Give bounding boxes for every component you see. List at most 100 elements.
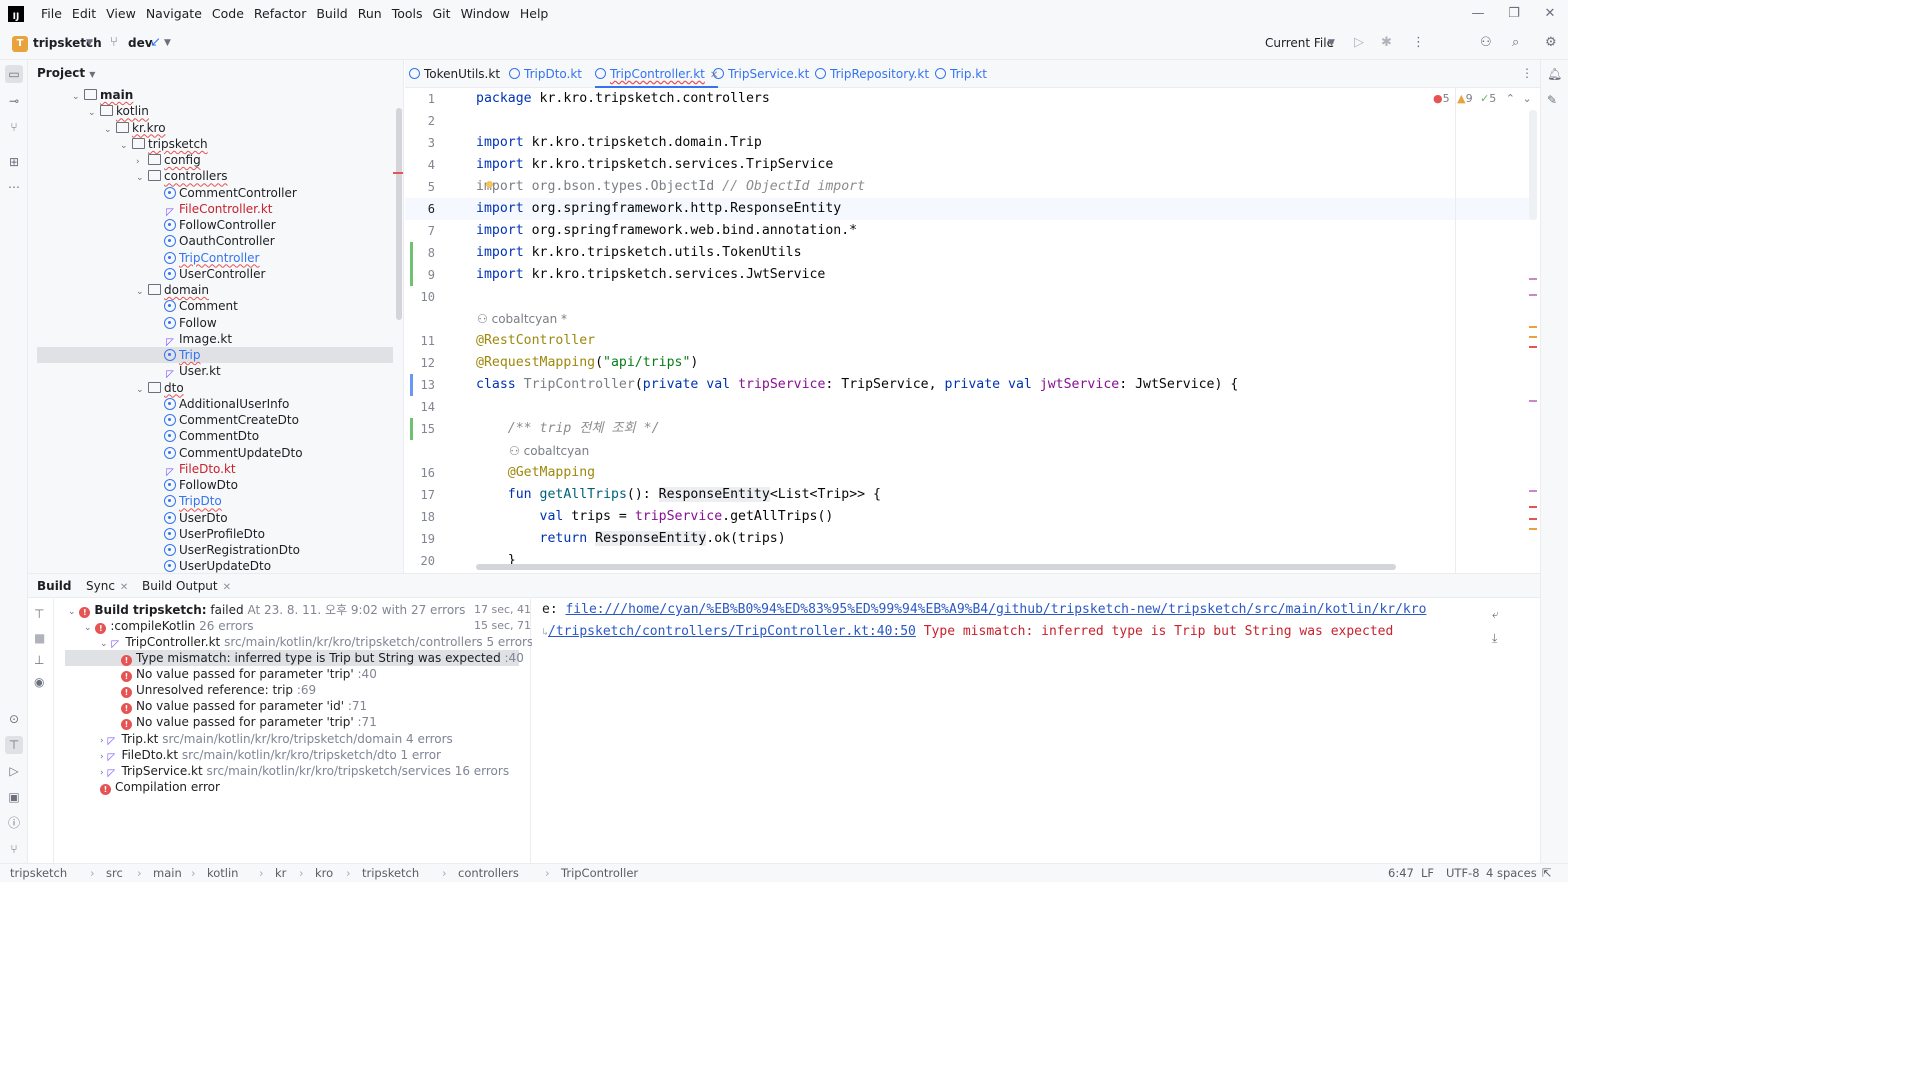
inspection-widget[interactable]: ●5 ▲9 ✓5 ⌃ ⌄	[1433, 92, 1532, 105]
close-tab-icon[interactable]: ✕	[223, 582, 231, 593]
file-row-trip[interactable]: › ◸ Trip.kt src/main/kotlin/kr/kro/tripsk…	[100, 731, 453, 747]
breadcrumb-item[interactable]: tripsketch	[10, 866, 67, 880]
run-tool-icon[interactable]: ▷	[5, 762, 23, 780]
tree-item[interactable]: CommentUpdateDto	[152, 445, 303, 461]
author-hint[interactable]: ⚇ cobaltcyan *	[477, 308, 567, 330]
chevron-down-icon[interactable]: ⌄	[136, 382, 148, 398]
build-root-row[interactable]: ⌄ ! Build tripsketch: failed At 23. 8. 11…	[68, 602, 558, 618]
stop-icon[interactable]: ■	[34, 631, 45, 645]
line-number[interactable]: 7	[405, 220, 435, 242]
structure-icon[interactable]: ⊞	[5, 153, 23, 171]
tree-item[interactable]: CommentDto	[152, 428, 259, 444]
tab-tripcontroller[interactable]: TripController.kt ✕	[595, 60, 719, 88]
error-row[interactable]: ! No value passed for parameter 'trip' :4…	[121, 666, 377, 682]
menu-build[interactable]: Build	[311, 0, 352, 28]
tree-item[interactable]: › config	[136, 152, 201, 168]
chevron-up-icon[interactable]: ⌃	[1506, 92, 1515, 105]
menu-run[interactable]: Run	[353, 0, 387, 28]
chevron-down-icon[interactable]: ⌄	[120, 138, 132, 154]
notifications-bell-icon[interactable]: 🔔︎	[1547, 67, 1562, 81]
file-row-tripservice[interactable]: › ◸ TripService.kt src/main/kotlin/kr/kro…	[100, 763, 509, 779]
tree-item[interactable]: UserRegistrationDto	[152, 542, 300, 558]
error-row-selected[interactable]: ! Type mismatch: inferred type is Trip bu…	[65, 650, 524, 666]
error-row[interactable]: ! Unresolved reference: trip :69	[121, 682, 316, 698]
line-number[interactable]: 3	[405, 132, 435, 154]
soft-wrap-icon[interactable]: ⤶	[1492, 607, 1499, 622]
horizontal-scrollbar[interactable]	[476, 564, 1396, 570]
menu-edit[interactable]: Edit	[67, 0, 101, 28]
tab-triprepository[interactable]: TripRepository.kt	[815, 60, 929, 88]
chevron-down-icon[interactable]: ▼	[86, 38, 93, 48]
chevron-down-icon[interactable]: ⌄	[136, 170, 148, 186]
chevron-down-icon[interactable]: ⌄	[72, 89, 84, 105]
compile-kotlin-row[interactable]: ⌄ !:compileKotlin 26 errors 15 sec, 715 …	[84, 618, 558, 634]
close-window-icon[interactable]: ✕	[1532, 0, 1568, 28]
branch-selector[interactable]: dev	[128, 36, 153, 50]
commit-icon[interactable]: ⊸	[5, 92, 23, 110]
tab-sync[interactable]: Sync ✕	[86, 574, 128, 600]
close-tab-icon[interactable]: ✕	[120, 582, 128, 593]
code-editor[interactable]: 1 2 3 4 5 6 7 8 9 10 11 12 13 14 15 16 17 18 19 20 package …	[405, 88, 1540, 573]
author-hint[interactable]: ⚇ cobaltcyan	[509, 440, 589, 462]
project-badge[interactable]: T	[12, 36, 28, 52]
line-number[interactable]: 12	[405, 352, 435, 374]
line-number[interactable]: 11	[405, 330, 435, 352]
caret-position[interactable]: 6:47	[1388, 866, 1414, 880]
tree-item[interactable]: TripController	[152, 250, 259, 266]
project-panel-title[interactable]: Project ▼	[37, 66, 95, 80]
line-number[interactable]: 5	[405, 176, 435, 198]
tree-item[interactable]: ⌄ dto	[136, 380, 184, 396]
tree-item[interactable]: OauthController	[152, 233, 275, 249]
lock-icon[interactable]: ⇱	[1542, 866, 1552, 880]
services-icon[interactable]: ⊙	[5, 710, 23, 728]
scroll-to-end-icon[interactable]: ⤓	[1492, 631, 1497, 646]
tree-item[interactable]: ⌄ kotlin	[88, 103, 149, 119]
chevron-down-icon[interactable]: ⌄	[104, 122, 116, 138]
file-row-tripcontroller[interactable]: ⌄ ◸ TripController.kt src/main/kotlin/kr/…	[100, 634, 533, 650]
build-hammer-icon[interactable]: ⊤	[5, 736, 23, 754]
breadcrumb-item[interactable]: main	[153, 866, 182, 880]
breadcrumb-item[interactable]: tripsketch	[362, 866, 419, 880]
line-number[interactable]: 14	[405, 396, 435, 418]
pull-requests-icon[interactable]: ⑂	[5, 118, 23, 136]
tab-build[interactable]: Build	[37, 574, 72, 598]
breadcrumb-item[interactable]: controllers	[458, 866, 519, 880]
menu-view[interactable]: View	[101, 0, 141, 28]
line-number[interactable]: 1	[405, 88, 435, 110]
pin-icon[interactable]: ⊥	[34, 653, 44, 667]
run-config-selector[interactable]: Current File	[1265, 36, 1334, 50]
tree-item[interactable]: ◸ Image.kt	[152, 331, 232, 348]
tab-tripservice[interactable]: TripService.kt	[713, 60, 809, 88]
tree-item[interactable]: ⌄ kr.kro	[104, 120, 166, 136]
tree-item[interactable]: UserController	[152, 266, 265, 282]
indent-setting[interactable]: 4 spaces	[1486, 866, 1537, 880]
error-stripe[interactable]	[1529, 110, 1537, 570]
tree-item[interactable]: CommentController	[152, 185, 297, 201]
menu-refactor[interactable]: Refactor	[249, 0, 311, 28]
breadcrumb-item[interactable]: kotlin	[207, 866, 238, 880]
tree-item[interactable]: ⌄ tripsketch	[120, 136, 208, 152]
tree-item[interactable]: UserProfileDto	[152, 526, 265, 542]
line-number[interactable]: 6	[405, 198, 435, 220]
menu-help[interactable]: Help	[515, 0, 554, 28]
terminal-icon[interactable]: ▣	[5, 788, 23, 806]
file-link[interactable]: /tripsketch/controllers/TripController.k…	[548, 624, 916, 639]
intellij-logo-icon[interactable]: IJ	[8, 6, 24, 22]
rebuild-hammer-icon[interactable]: ⊤	[34, 607, 44, 621]
tree-item[interactable]: FollowController	[152, 217, 276, 233]
tree-item[interactable]: Trip	[37, 347, 393, 363]
tree-item[interactable]: AdditionalUserInfo	[152, 396, 289, 412]
menu-git[interactable]: Git	[428, 0, 456, 28]
tree-item[interactable]: ⌄ domain	[136, 282, 209, 298]
menu-tools[interactable]: Tools	[387, 0, 428, 28]
breadcrumb-item[interactable]: kro	[315, 866, 333, 880]
chevron-down-icon[interactable]: ⌄	[136, 284, 148, 300]
tree-item[interactable]: ◸ User.kt	[152, 363, 221, 380]
file-row-filedto[interactable]: › ◸ FileDto.kt src/main/kotlin/kr/kro/tri…	[100, 747, 441, 763]
tree-item[interactable]: ◸ FileController.kt	[152, 201, 272, 218]
tab-trip[interactable]: Trip.kt	[935, 60, 987, 88]
line-number[interactable]: 4	[405, 154, 435, 176]
breadcrumb-item[interactable]: TripController	[561, 866, 638, 880]
file-link[interactable]: file:///home/cyan/%EB%B0%94%ED%83%95%ED%…	[565, 602, 1426, 617]
settings-gear-icon[interactable]: ⚙	[1545, 35, 1557, 50]
